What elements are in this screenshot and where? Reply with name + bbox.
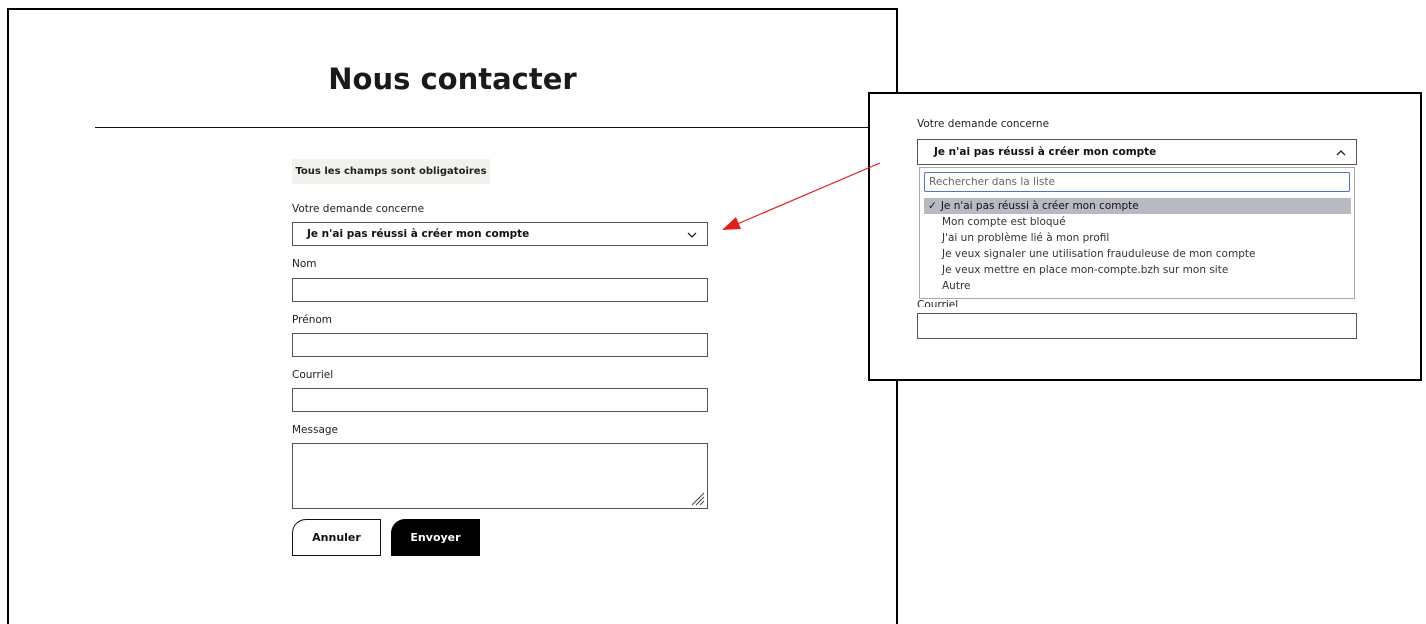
annotation-arrow xyxy=(722,162,881,230)
